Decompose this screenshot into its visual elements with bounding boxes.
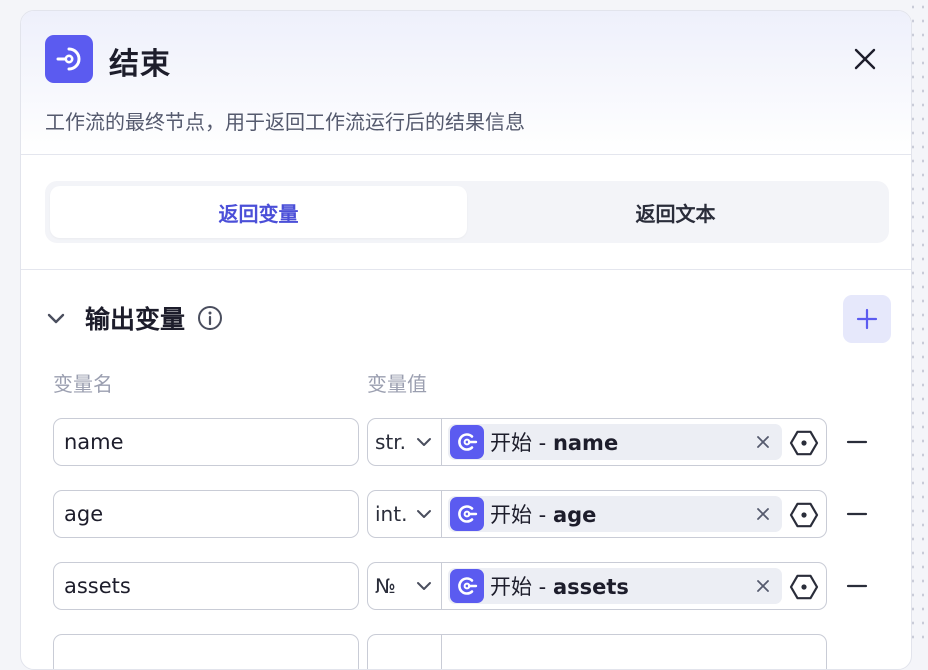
close-icon <box>854 48 876 70</box>
variable-row: int. 开始 - age <box>53 490 893 538</box>
type-label: № <box>375 574 396 598</box>
plus-icon <box>856 308 878 330</box>
start-node-icon <box>450 497 484 531</box>
node-title: 结束 <box>109 47 171 82</box>
end-node-panel: 结束 工作流的最终节点，用于返回工作流运行后的结果信息 返回变量 返回文本 输出… <box>20 10 912 670</box>
type-select[interactable]: str. <box>368 419 442 465</box>
chevron-down-icon <box>417 582 431 590</box>
variable-value-field: int. 开始 - age <box>367 490 827 538</box>
column-header-name: 变量名 <box>53 372 113 396</box>
reference-label: 开始 - age <box>490 499 596 529</box>
variable-row: № 开始 - assets <box>53 562 893 610</box>
remove-row-icon[interactable] <box>843 572 871 600</box>
reference-label: 开始 - name <box>490 427 618 457</box>
clear-reference-icon[interactable] <box>754 577 772 595</box>
variable-picker-icon[interactable] <box>789 428 819 458</box>
info-icon[interactable] <box>197 305 223 331</box>
variable-name-input[interactable] <box>53 490 359 538</box>
variable-reference-tag: 开始 - age <box>448 496 782 532</box>
tab-return-variables[interactable]: 返回变量 <box>50 186 467 238</box>
variable-row <box>53 634 893 669</box>
chevron-down-icon <box>417 510 431 518</box>
type-label: str. <box>375 430 407 454</box>
section-header: 输出变量 <box>45 300 223 336</box>
variable-name-input[interactable] <box>53 562 359 610</box>
variable-reference-tag: 开始 - assets <box>448 568 782 604</box>
variable-name-input[interactable] <box>53 634 359 669</box>
reference-source: 开始 - <box>490 503 553 527</box>
return-mode-tabs: 返回变量 返回文本 <box>45 181 889 243</box>
variable-value-field <box>367 634 827 669</box>
reference-source: 开始 - <box>490 575 553 599</box>
variable-value-field: str. 开始 - name <box>367 418 827 466</box>
column-header-value: 变量值 <box>367 372 427 396</box>
reference-variable: age <box>552 503 597 527</box>
node-description: 工作流的最终节点，用于返回工作流运行后的结果信息 <box>45 110 525 134</box>
chevron-down-icon <box>417 438 431 446</box>
return-mode-tabs-area: 返回变量 返回文本 <box>21 155 911 270</box>
reference-variable: name <box>552 431 619 455</box>
reference-label: 开始 - assets <box>490 571 629 601</box>
chevron-down-icon[interactable] <box>45 307 67 329</box>
tab-return-text[interactable]: 返回文本 <box>467 186 884 238</box>
variable-row: str. 开始 - name <box>53 418 893 466</box>
reference-source: 开始 - <box>490 431 553 455</box>
section-title: 输出变量 <box>85 305 186 334</box>
end-node-icon <box>45 35 93 83</box>
variable-picker-icon[interactable] <box>789 572 819 602</box>
panel-header: 结束 工作流的最终节点，用于返回工作流运行后的结果信息 <box>21 11 911 155</box>
type-select[interactable]: № <box>368 563 442 609</box>
clear-reference-icon[interactable] <box>754 433 772 451</box>
remove-row-icon[interactable] <box>843 500 871 528</box>
add-variable-button[interactable] <box>843 295 891 343</box>
type-select[interactable] <box>368 635 442 669</box>
variable-name-input[interactable] <box>53 418 359 466</box>
variable-reference-tag: 开始 - name <box>448 424 782 460</box>
type-label: int. <box>375 502 408 526</box>
clear-reference-icon[interactable] <box>754 505 772 523</box>
remove-row-icon[interactable] <box>843 428 871 456</box>
reference-variable: assets <box>552 575 629 599</box>
start-node-icon <box>450 569 484 603</box>
type-select[interactable]: int. <box>368 491 442 537</box>
variable-picker-icon[interactable] <box>789 500 819 530</box>
close-button[interactable] <box>849 43 881 75</box>
variable-value-field: № 开始 - assets <box>367 562 827 610</box>
start-node-icon <box>450 425 484 459</box>
